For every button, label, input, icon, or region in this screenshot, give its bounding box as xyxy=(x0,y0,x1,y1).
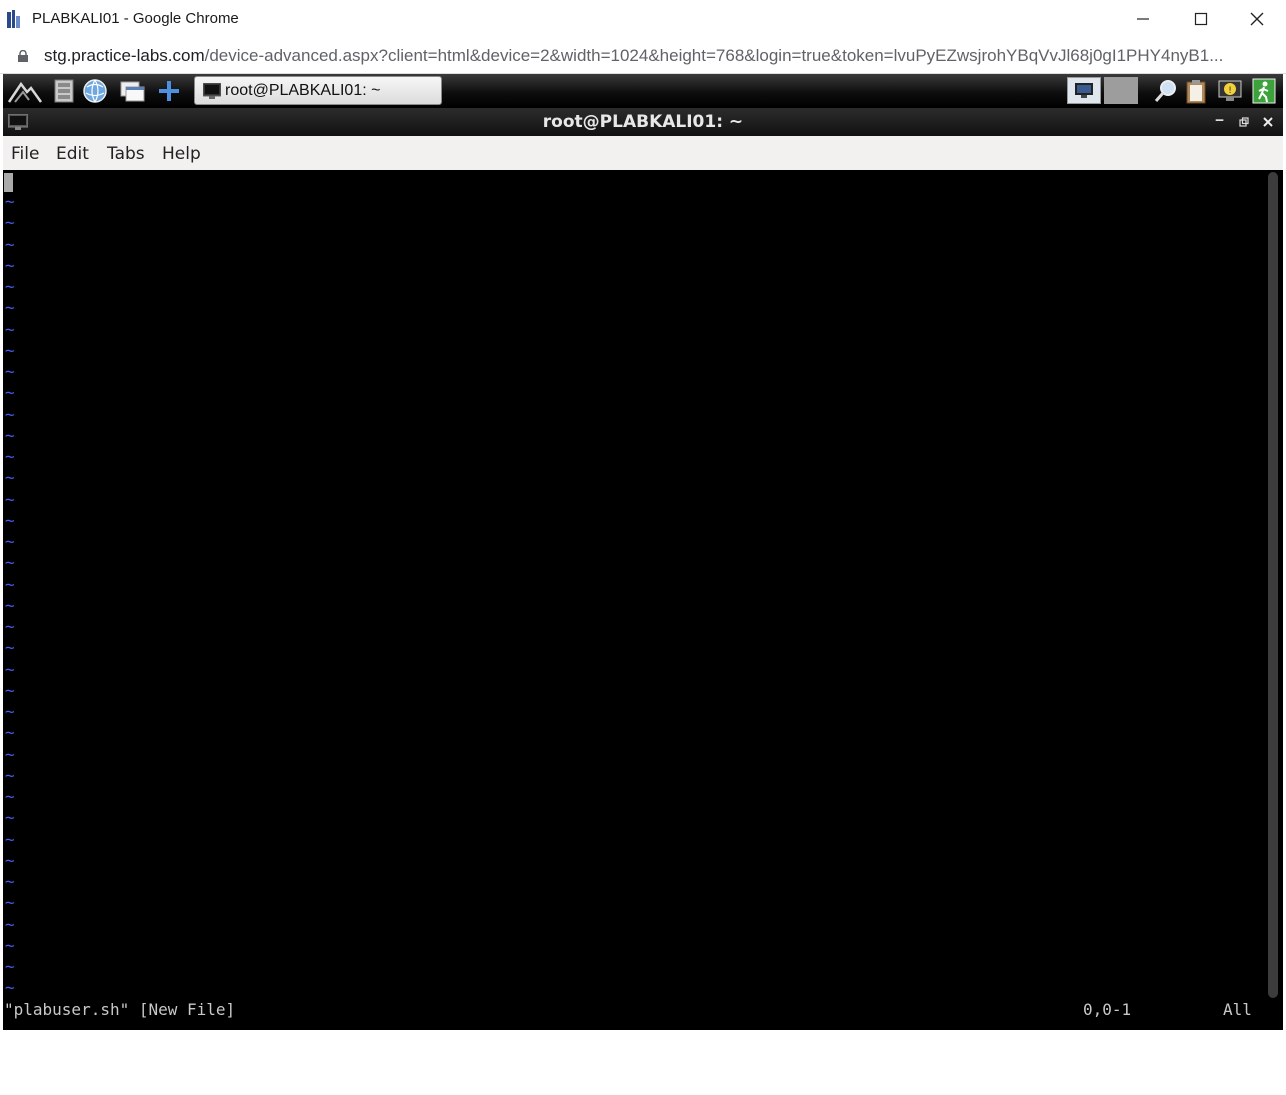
workspace-2-button[interactable] xyxy=(1104,77,1138,104)
tilde-line: ~ xyxy=(5,957,15,976)
logout-icon[interactable] xyxy=(1251,78,1277,104)
tilde-line: ~ xyxy=(5,595,15,615)
kali-menu-icon[interactable] xyxy=(7,78,43,104)
tilde-line: ~ xyxy=(5,340,15,360)
tilde-line: ~ xyxy=(5,893,15,913)
browser-globe-icon[interactable] xyxy=(82,78,108,104)
minimize-icon xyxy=(1137,18,1149,20)
tilde-line: ~ xyxy=(5,425,15,445)
tilde-line: ~ xyxy=(5,404,15,424)
terminal-title: root@PLABKALI01: ~ xyxy=(542,112,744,132)
tilde-line: ~ xyxy=(5,468,15,488)
address-bar[interactable]: stg.practice-labs.com/device-advanced.as… xyxy=(0,38,1286,74)
svg-text:!: ! xyxy=(1228,86,1232,96)
terminal-maximize-icon[interactable] xyxy=(1239,117,1249,127)
browser-titlebar: PLABKALI01 - Google Chrome xyxy=(0,0,1286,38)
tilde-line: ~ xyxy=(5,702,15,721)
show-desktop-icon[interactable] xyxy=(119,78,145,104)
tilde-line: ~ xyxy=(5,659,15,679)
tilde-line: ~ xyxy=(5,362,15,381)
status-scroll: All xyxy=(1223,1000,1252,1019)
menu-help[interactable]: Help xyxy=(162,144,201,164)
window-title: PLABKALI01 - Google Chrome xyxy=(32,10,239,27)
menu-file[interactable]: File xyxy=(11,144,39,164)
tilde-line: ~ xyxy=(5,510,15,530)
tilde-line: ~ xyxy=(5,298,15,318)
url-text[interactable]: stg.practice-labs.com/device-advanced.as… xyxy=(44,46,1274,66)
tilde-line: ~ xyxy=(5,723,15,743)
maximize-button[interactable] xyxy=(1172,0,1230,38)
clipboard-icon[interactable] xyxy=(1183,78,1209,104)
tilde-line: ~ xyxy=(5,744,15,764)
search-icon[interactable] xyxy=(1153,78,1179,104)
terminal-minimize-button[interactable]: ‒ xyxy=(1215,113,1224,128)
tilde-line: ~ xyxy=(5,532,15,551)
text-cursor xyxy=(4,173,13,192)
terminal-body[interactable]: ~ ~ ~ ~ ~ ~ ~ ~ ~ ~ ~ ~ ~ ~ ~ ~ ~ ~ ~ ~ ~ ~ ~ ~ ~ ~ ~ ~ ~ ~ ~ ~ ~ ~ ~ ~ ~ ~ "… xyxy=(3,170,1283,1030)
app-icon xyxy=(7,10,20,28)
tilde-line: ~ xyxy=(5,872,15,891)
maximize-icon xyxy=(1194,12,1208,26)
close-button[interactable] xyxy=(1228,0,1286,38)
tilde-line: ~ xyxy=(5,489,15,509)
tilde-line: ~ xyxy=(5,787,15,806)
tilde-line: ~ xyxy=(5,234,15,254)
notification-icon[interactable]: ! xyxy=(1217,78,1243,104)
url-path: /device-advanced.aspx?client=html&device… xyxy=(204,46,1224,65)
tilde-line: ~ xyxy=(5,383,15,403)
vim-status-line: "plabuser.sh" [New File] 0,0-1 All xyxy=(3,1000,1263,1022)
lock-icon xyxy=(18,50,28,62)
tilde-line: ~ xyxy=(5,192,15,211)
add-launcher-icon[interactable] xyxy=(156,78,182,104)
taskbar-task-terminal[interactable]: root@PLABKALI01: ~ xyxy=(194,76,442,105)
terminal-scrollbar[interactable] xyxy=(1268,172,1278,998)
terminal-titlebar: root@PLABKALI01: ~ ‒ xyxy=(3,108,1283,136)
status-cursor-position: 0,0-1 xyxy=(1083,1000,1132,1019)
tilde-line: ~ xyxy=(5,319,15,339)
terminal-close-icon[interactable] xyxy=(1263,117,1273,127)
tilde-line: ~ xyxy=(5,447,15,466)
workspace-1-button[interactable] xyxy=(1067,77,1101,104)
url-host: stg.practice-labs.com xyxy=(44,46,205,65)
tilde-line: ~ xyxy=(5,914,15,934)
minimize-button[interactable] xyxy=(1114,0,1172,38)
tilde-line: ~ xyxy=(5,808,15,828)
menu-edit[interactable]: Edit xyxy=(56,144,89,164)
tilde-line: ~ xyxy=(5,617,15,636)
tilde-line: ~ xyxy=(5,765,15,785)
monitor-icon xyxy=(1075,83,1093,98)
taskbar-task-label: root@PLABKALI01: ~ xyxy=(225,82,381,99)
top-panel: root@PLABKALI01: ~ ! xyxy=(3,74,1283,108)
tilde-line: ~ xyxy=(5,978,15,998)
tilde-line: ~ xyxy=(5,680,15,700)
tilde-line: ~ xyxy=(5,213,15,233)
terminal-icon xyxy=(203,83,221,99)
tilde-line: ~ xyxy=(5,574,15,594)
tilde-line: ~ xyxy=(5,553,15,573)
tilde-line: ~ xyxy=(5,255,15,275)
tilde-line: ~ xyxy=(5,935,15,955)
empty-line-markers: ~ ~ ~ ~ ~ ~ ~ ~ ~ ~ ~ ~ ~ ~ ~ ~ ~ ~ ~ ~ ~ ~ ~ ~ ~ ~ ~ ~ ~ ~ ~ ~ ~ ~ ~ ~ ~ ~ xyxy=(5,191,25,999)
status-filename: "plabuser.sh" [New File] xyxy=(4,1000,236,1019)
tilde-line: ~ xyxy=(5,277,15,296)
close-icon xyxy=(1250,12,1264,26)
tilde-line: ~ xyxy=(5,638,15,658)
file-cabinet-icon[interactable] xyxy=(51,78,77,104)
menu-tabs[interactable]: Tabs xyxy=(107,144,145,164)
terminal-menubar: File Edit Tabs Help xyxy=(3,136,1283,170)
tilde-line: ~ xyxy=(5,829,15,849)
remote-desktop[interactable]: root@PLABKALI01: ~ ! root@PLABKALI01: ~ … xyxy=(3,74,1283,1030)
tilde-line: ~ xyxy=(5,850,15,870)
